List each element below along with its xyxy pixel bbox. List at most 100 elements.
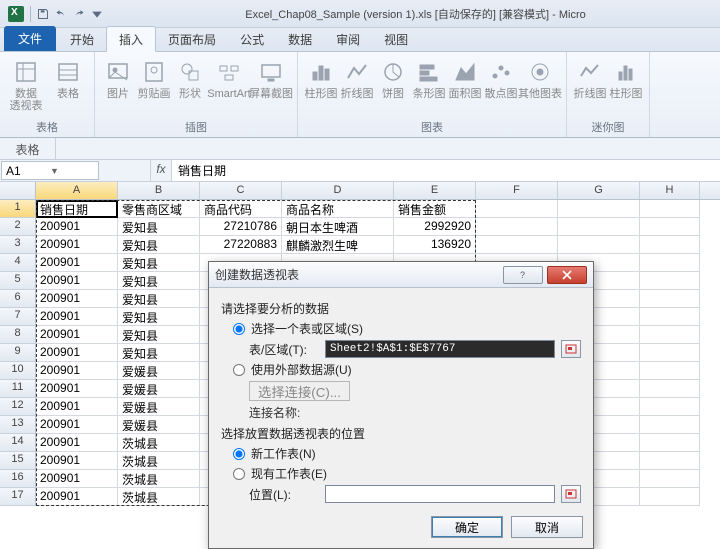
- close-button[interactable]: [547, 266, 587, 284]
- cell[interactable]: 爱知县: [118, 308, 200, 326]
- cell[interactable]: 27220883: [200, 236, 282, 254]
- opt-existing-sheet[interactable]: 现有工作表(E): [233, 465, 581, 482]
- row-header[interactable]: 4: [0, 254, 36, 272]
- screenshot-button[interactable]: 屏幕截图: [251, 56, 291, 102]
- tab-view[interactable]: 视图: [372, 27, 420, 51]
- cell[interactable]: 136920: [394, 236, 476, 254]
- cell[interactable]: 200901: [36, 326, 118, 344]
- cell[interactable]: [640, 488, 700, 506]
- cell[interactable]: 爱知县: [118, 218, 200, 236]
- sparkline-column-button[interactable]: 柱形图: [609, 56, 643, 102]
- row-header[interactable]: 15: [0, 452, 36, 470]
- pie-chart-button[interactable]: 饼图: [376, 56, 410, 102]
- cell[interactable]: [476, 218, 558, 236]
- cell[interactable]: [640, 236, 700, 254]
- cell[interactable]: 200901: [36, 434, 118, 452]
- cell[interactable]: 茨城县: [118, 470, 200, 488]
- cell[interactable]: 爱知县: [118, 326, 200, 344]
- cell[interactable]: 茨城县: [118, 452, 200, 470]
- col-header-F[interactable]: F: [476, 182, 558, 199]
- select-all-corner[interactable]: [0, 182, 36, 199]
- cell[interactable]: [476, 236, 558, 254]
- cell[interactable]: 爱知县: [118, 272, 200, 290]
- cell[interactable]: 爱知县: [118, 236, 200, 254]
- chevron-down-icon[interactable]: ▼: [50, 166, 94, 176]
- cell[interactable]: [558, 236, 640, 254]
- cell[interactable]: 爱知县: [118, 344, 200, 362]
- table-row[interactable]: 3200901爱知县27220883麒麟激烈生啤136920: [0, 236, 720, 254]
- cell[interactable]: 200901: [36, 416, 118, 434]
- row-header[interactable]: 7: [0, 308, 36, 326]
- row-header[interactable]: 5: [0, 272, 36, 290]
- cell[interactable]: 爱媛县: [118, 380, 200, 398]
- location-ref-button[interactable]: [561, 485, 581, 503]
- cell[interactable]: 200901: [36, 254, 118, 272]
- cell[interactable]: 爱知县: [118, 254, 200, 272]
- row-header[interactable]: 9: [0, 344, 36, 362]
- sparkline-line-button[interactable]: 折线图: [573, 56, 607, 102]
- cell[interactable]: 200901: [36, 380, 118, 398]
- column-chart-button[interactable]: 柱形图: [304, 56, 338, 102]
- row-header[interactable]: 11: [0, 380, 36, 398]
- cell[interactable]: [558, 218, 640, 236]
- row-header[interactable]: 8: [0, 326, 36, 344]
- row-header[interactable]: 12: [0, 398, 36, 416]
- row-header[interactable]: 1: [0, 200, 36, 218]
- cell[interactable]: [640, 200, 700, 218]
- cell[interactable]: [640, 272, 700, 290]
- cell[interactable]: 2992920: [394, 218, 476, 236]
- picture-button[interactable]: 图片: [101, 56, 135, 102]
- col-header-A[interactable]: A: [36, 182, 118, 199]
- cell[interactable]: [640, 344, 700, 362]
- cell[interactable]: [640, 290, 700, 308]
- cell[interactable]: 200901: [36, 398, 118, 416]
- range-ref-button[interactable]: [561, 340, 581, 358]
- opt-select-range[interactable]: 选择一个表或区域(S): [233, 320, 581, 337]
- row-header[interactable]: 16: [0, 470, 36, 488]
- table-row[interactable]: 2200901爱知县27210786朝日本生啤酒2992920: [0, 218, 720, 236]
- pivot-table-button[interactable]: 数据 透视表: [6, 56, 46, 114]
- cell[interactable]: 朝日本生啤酒: [282, 218, 394, 236]
- ok-button[interactable]: 确定: [431, 516, 503, 538]
- cell[interactable]: [640, 218, 700, 236]
- cell[interactable]: 零售商区域: [118, 200, 200, 218]
- row-header[interactable]: 17: [0, 488, 36, 506]
- cell[interactable]: 商品代码: [200, 200, 282, 218]
- cell[interactable]: [640, 308, 700, 326]
- tab-review[interactable]: 审阅: [324, 27, 372, 51]
- table-row[interactable]: 1销售日期零售商区域商品代码商品名称销售金额: [0, 200, 720, 218]
- tab-insert[interactable]: 插入: [106, 26, 156, 52]
- cell[interactable]: 200901: [36, 452, 118, 470]
- range-input[interactable]: [325, 340, 555, 358]
- bar-chart-button[interactable]: 条形图: [412, 56, 446, 102]
- cell[interactable]: 200901: [36, 290, 118, 308]
- col-header-E[interactable]: E: [394, 182, 476, 199]
- cell[interactable]: 爱知县: [118, 290, 200, 308]
- cell[interactable]: 麒麟激烈生啤: [282, 236, 394, 254]
- row-header[interactable]: 14: [0, 434, 36, 452]
- cell[interactable]: 茨城县: [118, 434, 200, 452]
- undo-icon[interactable]: [55, 8, 67, 20]
- cell[interactable]: 200901: [36, 362, 118, 380]
- cell[interactable]: [640, 398, 700, 416]
- formula-input[interactable]: 销售日期: [172, 160, 720, 181]
- cell[interactable]: 爱媛县: [118, 362, 200, 380]
- cell[interactable]: 200901: [36, 488, 118, 506]
- cancel-button[interactable]: 取消: [511, 516, 583, 538]
- col-header-G[interactable]: G: [558, 182, 640, 199]
- shapes-button[interactable]: 形状: [173, 56, 207, 102]
- cell[interactable]: [640, 416, 700, 434]
- scatter-chart-button[interactable]: 散点图: [484, 56, 518, 102]
- cell[interactable]: [640, 434, 700, 452]
- cell[interactable]: [476, 200, 558, 218]
- other-chart-button[interactable]: 其他图表: [520, 56, 560, 102]
- name-box[interactable]: A1▼: [1, 161, 99, 180]
- cell[interactable]: [640, 326, 700, 344]
- opt-new-sheet[interactable]: 新工作表(N): [233, 445, 581, 462]
- row-header[interactable]: 6: [0, 290, 36, 308]
- col-header-H[interactable]: H: [640, 182, 700, 199]
- cell[interactable]: 200901: [36, 272, 118, 290]
- clipart-button[interactable]: 剪贴画: [137, 56, 171, 102]
- cell[interactable]: 商品名称: [282, 200, 394, 218]
- row-header[interactable]: 10: [0, 362, 36, 380]
